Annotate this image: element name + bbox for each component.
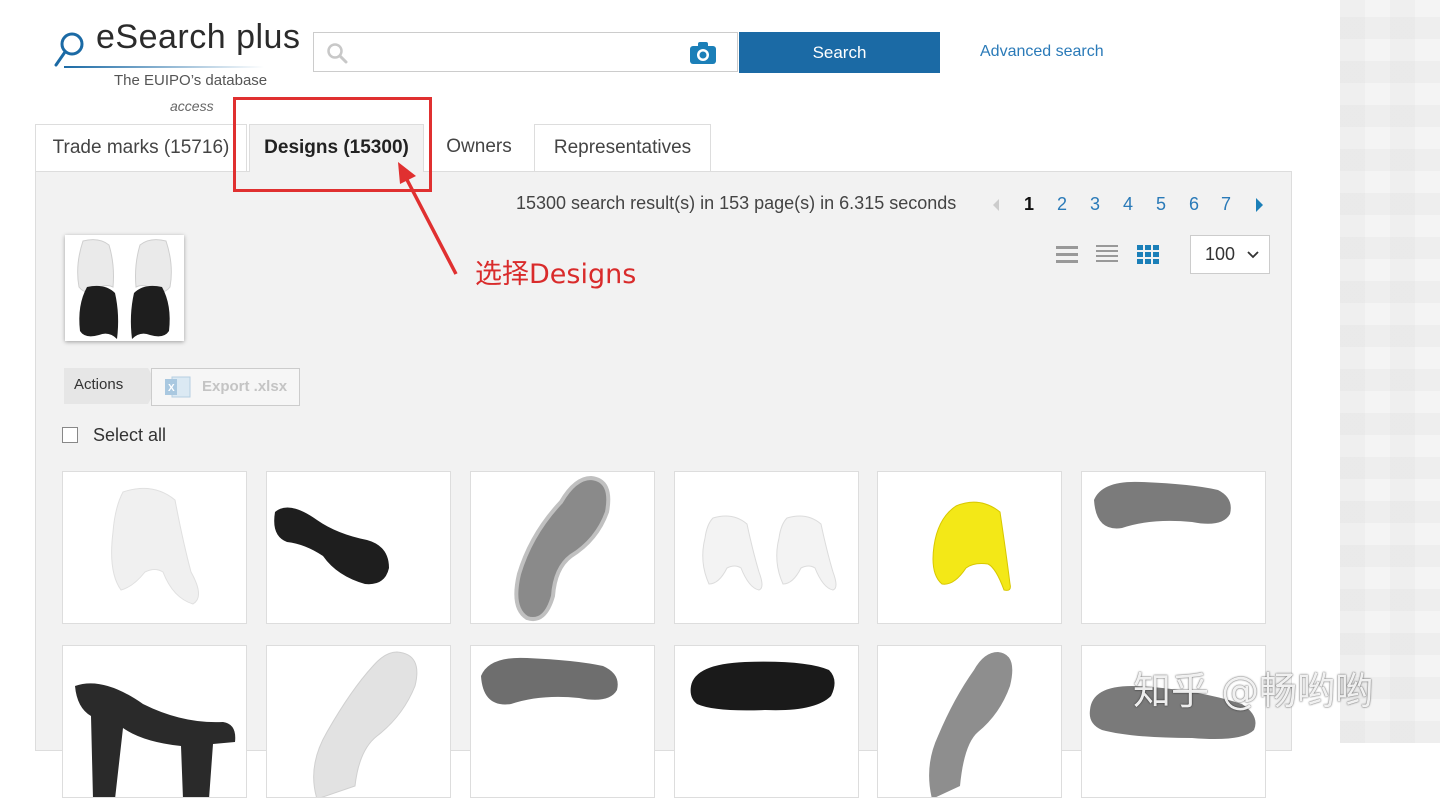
chevron-down-icon xyxy=(1247,251,1259,259)
result-card[interactable] xyxy=(877,645,1062,798)
tab-trade-marks[interactable]: Trade marks (15716) xyxy=(35,124,247,171)
results-per-page-select[interactable]: 100 xyxy=(1190,235,1270,274)
shoe-crease-protector-image xyxy=(77,239,172,339)
logo-subtitle-access: access xyxy=(170,98,214,114)
design-image xyxy=(111,487,199,605)
next-page-icon[interactable] xyxy=(1254,197,1264,213)
annotation-arrow-icon xyxy=(398,162,458,275)
select-all-label: Select all xyxy=(93,425,167,445)
query-image-thumbnail[interactable] xyxy=(65,235,184,341)
design-image xyxy=(929,652,1013,797)
result-card[interactable] xyxy=(877,471,1062,624)
svg-text:X: X xyxy=(168,383,175,394)
design-image xyxy=(313,651,418,797)
result-card[interactable] xyxy=(470,645,655,798)
result-card[interactable] xyxy=(62,645,247,798)
per-page-value: 100 xyxy=(1205,244,1236,264)
search-button[interactable]: Search xyxy=(739,32,940,73)
page-background-strip xyxy=(1340,0,1440,743)
actions-label: Actions xyxy=(64,368,158,404)
design-image xyxy=(274,507,389,585)
grid-view-icon[interactable] xyxy=(1136,243,1160,265)
page-link-5[interactable]: 5 xyxy=(1156,194,1166,215)
annotation-text: 选择Designs xyxy=(475,259,637,290)
design-image xyxy=(481,657,618,705)
search-box xyxy=(313,32,738,72)
design-image xyxy=(75,683,236,797)
logo-title: eSearch plus xyxy=(96,18,301,56)
page-link-1[interactable]: 1 xyxy=(1024,194,1034,215)
search-input[interactable] xyxy=(358,39,682,67)
select-all-checkbox[interactable] xyxy=(62,427,78,443)
result-card[interactable] xyxy=(1081,471,1266,624)
result-card[interactable] xyxy=(674,471,859,624)
tab-representatives[interactable]: Representatives xyxy=(534,124,711,171)
camera-icon[interactable] xyxy=(689,41,717,65)
list-view-icon[interactable] xyxy=(1055,243,1079,265)
search-icon xyxy=(327,43,348,64)
design-image xyxy=(932,501,1011,591)
design-image xyxy=(690,661,835,711)
page-link-2[interactable]: 2 xyxy=(1057,194,1067,215)
design-image xyxy=(1094,481,1231,529)
prev-page-icon[interactable] xyxy=(991,198,1001,212)
logo-subtitle: The EUIPO’s database xyxy=(114,72,268,89)
results-summary: 15300 search result(s) in 153 page(s) in… xyxy=(516,193,957,213)
result-card[interactable] xyxy=(266,645,451,798)
result-card[interactable] xyxy=(674,645,859,798)
export-xlsx-button[interactable]: X Export .xlsx xyxy=(151,368,300,406)
page-link-4[interactable]: 4 xyxy=(1123,194,1133,215)
page-link-3[interactable]: 3 xyxy=(1090,194,1100,215)
design-image xyxy=(702,515,837,591)
watermark-text: 知乎 @畅哟哟 xyxy=(1133,669,1374,713)
advanced-search-link[interactable]: Advanced search xyxy=(980,43,1104,61)
result-card[interactable] xyxy=(266,471,451,624)
compact-list-view-icon[interactable] xyxy=(1095,243,1119,265)
excel-icon: X xyxy=(165,376,191,398)
page-link-6[interactable]: 6 xyxy=(1189,194,1199,215)
logo-underline xyxy=(64,66,264,68)
page-link-7[interactable]: 7 xyxy=(1221,194,1231,215)
design-image xyxy=(514,475,611,621)
export-label: Export .xlsx xyxy=(202,378,288,395)
result-card[interactable] xyxy=(470,471,655,624)
result-card[interactable] xyxy=(62,471,247,624)
magnifier-logo-icon xyxy=(54,32,84,67)
